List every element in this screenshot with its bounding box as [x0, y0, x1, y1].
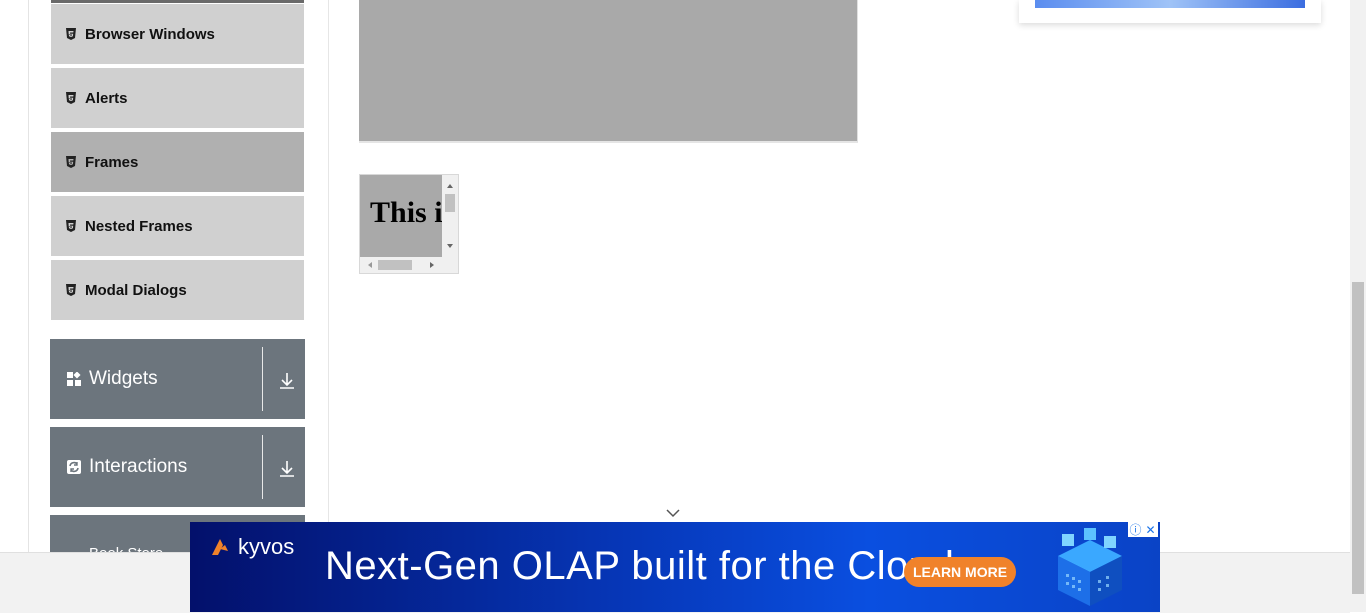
- page-scrollbar[interactable]: [1350, 0, 1366, 612]
- kyvos-logo-icon: [212, 539, 228, 555]
- sidebar-item-nested-frames[interactable]: Nested Frames: [51, 196, 304, 258]
- frame-2[interactable]: This is a: [359, 174, 459, 274]
- sidebar-item-label: Alerts: [85, 89, 128, 107]
- html5-icon: [65, 92, 77, 104]
- page-scrollbar-thumb[interactable]: [1352, 282, 1364, 594]
- side-ad-image: [1035, 0, 1305, 8]
- ad-headline: Next-Gen OLAP built for the Cloud: [325, 544, 955, 588]
- group-divider: [262, 347, 263, 411]
- sidebar-item-modal-dialogs[interactable]: Modal Dialogs: [51, 260, 304, 322]
- html5-icon: [65, 220, 77, 232]
- download-arrow-icon[interactable]: [279, 460, 295, 478]
- sidebar-top-strip: [51, 0, 304, 3]
- left-divider: [28, 0, 29, 552]
- sidebar-group-interactions[interactable]: Interactions: [50, 427, 305, 507]
- ad-brand-name: kyvos: [238, 534, 295, 559]
- learn-more-button[interactable]: LEARN MORE: [904, 557, 1016, 587]
- group-divider: [262, 435, 263, 499]
- ad-banner[interactable]: kyvos Next-Gen OLAP built for the Cloud …: [190, 522, 1160, 612]
- download-arrow-icon[interactable]: [279, 372, 295, 390]
- frame-2-horizontal-scrollbar[interactable]: [360, 257, 442, 273]
- ad-controls: ⓘ ✕: [1128, 522, 1158, 537]
- html5-icon: [65, 156, 77, 168]
- sidebar-item-label: Nested Frames: [85, 217, 193, 235]
- frame-2-content: This is a: [360, 175, 442, 257]
- frame-2-text: This is a: [370, 196, 442, 229]
- group-label: Interactions: [89, 456, 188, 477]
- interactions-icon: [67, 460, 81, 474]
- html5-icon: [65, 28, 77, 40]
- ad-close-icon[interactable]: ✕: [1143, 522, 1158, 537]
- side-ad-card[interactable]: [1019, 0, 1321, 23]
- ad-info-icon[interactable]: ⓘ: [1128, 522, 1143, 537]
- ad-brand: kyvos: [208, 534, 294, 560]
- sidebar-group-widgets[interactable]: Widgets: [50, 339, 305, 419]
- sidebar-item-label: Modal Dialogs: [85, 281, 187, 299]
- chevron-down-icon[interactable]: [665, 508, 681, 518]
- sidebar-divider: [328, 0, 329, 552]
- sidebar-item-browser-windows[interactable]: Browser Windows: [51, 4, 304, 66]
- html5-icon: [65, 284, 77, 296]
- widgets-icon: [67, 372, 81, 386]
- sidebar-item-alerts[interactable]: Alerts: [51, 68, 304, 130]
- frame-2-vertical-scrollbar[interactable]: [442, 175, 458, 257]
- cube-illustration-icon: [1058, 528, 1122, 606]
- sidebar-item-frames[interactable]: Frames: [51, 132, 304, 194]
- group-label: Widgets: [89, 368, 158, 389]
- sidebar-item-label: Frames: [85, 153, 139, 171]
- frame-1: [359, 0, 858, 143]
- sidebar-item-label: Browser Windows: [85, 25, 215, 43]
